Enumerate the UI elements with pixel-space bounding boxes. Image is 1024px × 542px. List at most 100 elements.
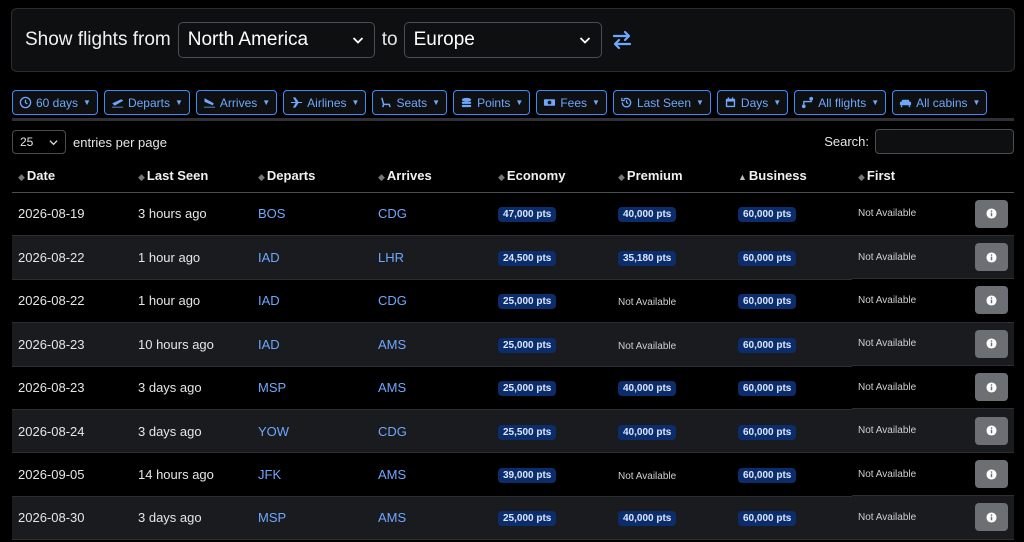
points-badge: 25,000 pts bbox=[498, 294, 557, 310]
last-seen-text: 1 hour ago bbox=[138, 250, 201, 266]
cell-arrives: AMS bbox=[372, 496, 492, 541]
column-header-business[interactable]: ▲ Business bbox=[732, 160, 852, 193]
filter-all-cabins-button[interactable]: All cabins ▼ bbox=[892, 90, 988, 115]
destination-region-value: Europe bbox=[413, 29, 475, 50]
airport-code-link[interactable]: IAD bbox=[258, 250, 280, 265]
airport-code-link[interactable]: MSP bbox=[258, 510, 286, 525]
info-button[interactable] bbox=[975, 416, 1008, 445]
last-seen-text: 3 days ago bbox=[138, 423, 202, 439]
filter-label: Last Seen bbox=[636, 95, 691, 110]
filter-days-button[interactable]: Days ▼ bbox=[716, 90, 789, 115]
airport-code-link[interactable]: JFK bbox=[258, 467, 281, 482]
last-seen-text: 1 hour ago bbox=[138, 293, 201, 309]
filter-fees-button[interactable]: Fees ▼ bbox=[536, 90, 607, 115]
filter-60-days-button[interactable]: 60 days ▼ bbox=[12, 90, 98, 115]
filter-seats-button[interactable]: Seats ▼ bbox=[372, 90, 448, 115]
table-row: 2026-08-23 3 days ago MSP AMS 25,000 pts 40,0… bbox=[12, 366, 1014, 410]
filter-airlines-button[interactable]: Airlines ▼ bbox=[283, 90, 367, 115]
column-header-arrives[interactable]: ◆ Arrives bbox=[372, 160, 492, 193]
not-available-text: Not Available bbox=[858, 294, 917, 306]
filter-label: Departs bbox=[127, 95, 170, 110]
table-row: 2026-08-22 1 hour ago IAD LHR 24,500 pts 35,1… bbox=[12, 235, 1014, 280]
column-header-date[interactable]: ◆ Date bbox=[12, 160, 132, 193]
cell-first: Not Available bbox=[852, 192, 1014, 236]
info-button[interactable] bbox=[975, 199, 1008, 228]
search-input[interactable] bbox=[875, 129, 1014, 154]
sort-icon: ◆ bbox=[258, 172, 265, 183]
airport-code-link[interactable]: AMS bbox=[378, 510, 406, 525]
cell-last-seen: 10 hours ago bbox=[132, 322, 252, 367]
column-header-departs[interactable]: ◆ Departs bbox=[252, 160, 372, 193]
airport-code-link[interactable]: AMS bbox=[378, 380, 406, 395]
airport-code-link[interactable]: IAD bbox=[258, 293, 280, 308]
cell-arrives: CDG bbox=[372, 192, 492, 237]
cell-first: Not Available bbox=[852, 452, 1014, 497]
filter-arrives-button[interactable]: Arrives ▼ bbox=[195, 90, 278, 115]
cell-date: 2026-08-23 bbox=[12, 322, 132, 367]
cell-business: 60,000 pts bbox=[732, 409, 852, 454]
caret-down-icon: ▼ bbox=[83, 98, 91, 107]
points-badge: 25,000 pts bbox=[498, 337, 557, 353]
caret-down-icon: ▼ bbox=[432, 98, 441, 107]
info-button[interactable] bbox=[975, 329, 1008, 358]
cell-departs: IAD bbox=[252, 235, 372, 280]
airport-code-link[interactable]: CDG bbox=[378, 206, 407, 221]
points-badge: 25,000 pts bbox=[498, 381, 557, 397]
airport-code-link[interactable]: AMS bbox=[378, 337, 406, 352]
sort-icon: ◆ bbox=[138, 172, 145, 183]
filter-departs-button[interactable]: Departs ▼ bbox=[103, 90, 190, 115]
entries-per-page-select[interactable]: 25 bbox=[12, 130, 66, 154]
airport-code-link[interactable]: YOW bbox=[258, 424, 289, 439]
airport-code-link[interactable]: CDG bbox=[378, 424, 407, 439]
filter-last-seen-button[interactable]: Last Seen ▼ bbox=[612, 90, 711, 115]
airport-code-link[interactable]: CDG bbox=[378, 293, 407, 308]
destination-region-select[interactable]: Europe bbox=[403, 22, 602, 58]
last-seen-text: 10 hours ago bbox=[138, 336, 214, 352]
route-icon bbox=[801, 96, 814, 109]
cell-departs: MSP bbox=[252, 366, 372, 410]
column-header-last-seen[interactable]: ◆ Last Seen bbox=[132, 160, 252, 193]
airport-code-link[interactable]: IAD bbox=[258, 337, 280, 352]
not-available-text: Not Available bbox=[618, 297, 677, 309]
points-badge: 60,000 pts bbox=[738, 207, 797, 223]
cell-business: 60,000 pts bbox=[732, 235, 852, 280]
cell-first: Not Available bbox=[852, 366, 1014, 410]
show-flights-label: Show flights from bbox=[25, 29, 171, 50]
filter-all-flights-button[interactable]: All flights ▼ bbox=[794, 90, 887, 115]
table-body: 2026-08-19 3 hours ago BOS CDG 47,000 pts 40,… bbox=[12, 192, 1014, 541]
airport-code-link[interactable]: LHR bbox=[378, 250, 404, 265]
airport-code-link[interactable]: AMS bbox=[378, 467, 406, 482]
info-button[interactable] bbox=[975, 373, 1008, 402]
cell-departs: MSP bbox=[252, 496, 372, 541]
cell-last-seen: 3 days ago bbox=[132, 366, 252, 410]
cell-last-seen: 14 hours ago bbox=[132, 452, 252, 497]
column-header-first[interactable]: ◆ First bbox=[852, 160, 1014, 193]
airport-code-link[interactable]: MSP bbox=[258, 380, 286, 395]
cell-economy: 25,000 pts bbox=[492, 279, 612, 324]
table-row: 2026-08-30 3 days ago MSP AMS 25,000 pts 40,0… bbox=[12, 496, 1014, 541]
cell-premium: 35,180 pts bbox=[612, 235, 732, 280]
airport-code-link[interactable]: BOS bbox=[258, 206, 285, 221]
cell-economy: 47,000 pts bbox=[492, 192, 612, 237]
info-button[interactable] bbox=[975, 243, 1008, 272]
info-button[interactable] bbox=[975, 503, 1008, 532]
origin-region-select[interactable]: North America bbox=[177, 22, 375, 58]
cell-economy: 25,000 pts bbox=[492, 322, 612, 367]
swap-arrows-icon[interactable] bbox=[611, 29, 633, 51]
cell-business: 60,000 pts bbox=[732, 366, 852, 410]
not-available-text: Not Available bbox=[618, 471, 677, 483]
not-available-text: Not Available bbox=[858, 425, 917, 437]
info-button[interactable] bbox=[975, 286, 1008, 315]
points-badge: 60,000 pts bbox=[738, 424, 797, 440]
table-row: 2026-08-19 3 hours ago BOS CDG 47,000 pts 40,… bbox=[12, 192, 1014, 237]
info-icon bbox=[986, 382, 997, 393]
date-text: 2026-08-24 bbox=[18, 423, 85, 439]
plane-departure-icon bbox=[111, 96, 124, 109]
cell-premium: Not Available bbox=[612, 322, 732, 367]
info-button[interactable] bbox=[975, 460, 1008, 489]
column-header-economy[interactable]: ◆ Economy bbox=[492, 160, 612, 193]
sort-icon: ◆ bbox=[858, 172, 865, 183]
column-header-premium[interactable]: ◆ Premium bbox=[612, 160, 732, 193]
points-badge: 35,180 pts bbox=[618, 251, 677, 267]
filter-points-button[interactable]: Points ▼ bbox=[453, 90, 531, 115]
